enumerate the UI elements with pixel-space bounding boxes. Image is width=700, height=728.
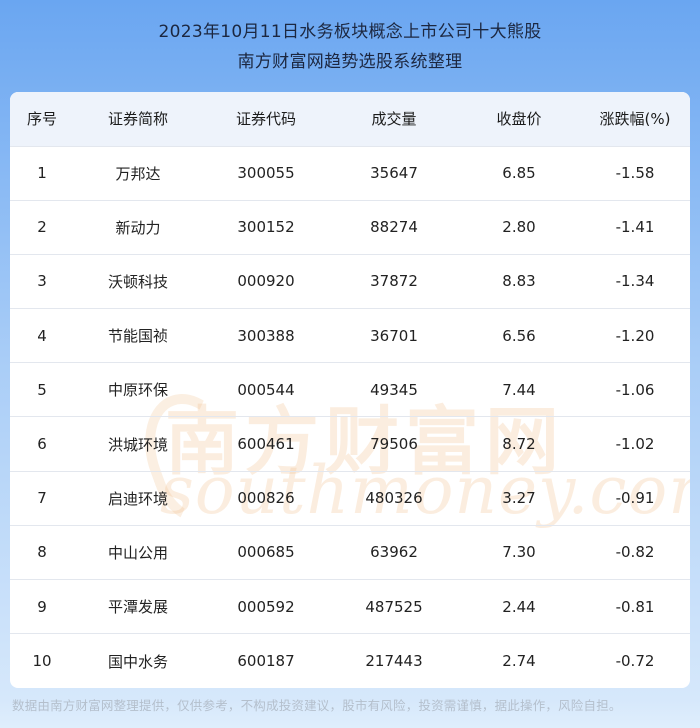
cell-code: 300152 <box>202 199 330 255</box>
table-row: 2 新动力 300152 88274 2.80 -1.41 <box>10 199 690 255</box>
cell-code: 000685 <box>202 524 330 580</box>
cell-index: 5 <box>10 362 74 417</box>
cell-volume: 480326 <box>330 470 458 526</box>
cell-index: 1 <box>10 145 74 201</box>
cell-close: 8.83 <box>458 253 580 309</box>
column-header-change: 涨跌幅(%) <box>599 110 671 129</box>
data-card: 南方财富网 southmoney.com 序号 证券简称 证券代码 成交量 收盘… <box>10 92 690 688</box>
cell-code: 600461 <box>202 416 330 472</box>
cell-change: -1.20 <box>580 308 690 363</box>
cell-volume: 88274 <box>330 199 458 255</box>
cell-close: 7.30 <box>458 524 580 580</box>
cell-close: 8.72 <box>458 416 580 472</box>
cell-code: 000544 <box>202 362 330 417</box>
cell-name: 万邦达 <box>74 145 202 201</box>
cell-name: 启迪环境 <box>74 470 202 526</box>
cell-volume: 79506 <box>330 416 458 472</box>
cell-close: 6.56 <box>458 308 580 363</box>
cell-volume: 35647 <box>330 145 458 201</box>
cell-code: 000592 <box>202 578 330 634</box>
page-subtitle: 南方财富网趋势选股系统整理 <box>237 52 463 72</box>
table-row: 6 洪城环境 600461 79506 8.72 -1.02 <box>10 416 690 472</box>
table-row: 10 国中水务 600187 217443 2.74 -0.72 <box>10 633 690 688</box>
cell-code: 600187 <box>202 633 330 688</box>
cell-change: -1.41 <box>580 199 690 255</box>
cell-change: -0.81 <box>580 578 690 634</box>
cell-change: -0.82 <box>580 524 690 580</box>
cell-change: -1.02 <box>580 416 690 472</box>
table-row: 4 节能国祯 300388 36701 6.56 -1.20 <box>10 308 690 363</box>
cell-close: 3.27 <box>458 470 580 526</box>
cell-name: 平潭发展 <box>74 578 202 634</box>
cell-name: 洪城环境 <box>74 416 202 472</box>
cell-index: 3 <box>10 253 74 309</box>
cell-index: 10 <box>10 633 74 688</box>
table-row: 1 万邦达 300055 35647 6.85 -1.58 <box>10 145 690 201</box>
table-row: 8 中山公用 000685 63962 7.30 -0.82 <box>10 524 690 580</box>
cell-volume: 37872 <box>330 253 458 309</box>
table-row: 3 沃顿科技 000920 37872 8.83 -1.34 <box>10 253 690 309</box>
cell-volume: 36701 <box>330 308 458 363</box>
stock-table: 序号 证券简称 证券代码 成交量 收盘价 涨跌幅(%) 1 万邦达 300055… <box>10 92 690 688</box>
cell-name: 节能国祯 <box>74 308 202 363</box>
cell-index: 4 <box>10 308 74 363</box>
cell-name: 中山公用 <box>74 524 202 580</box>
cell-change: -1.34 <box>580 253 690 309</box>
cell-close: 6.85 <box>458 145 580 201</box>
cell-volume: 217443 <box>330 633 458 688</box>
cell-name: 中原环保 <box>74 362 202 417</box>
cell-change: -0.91 <box>580 470 690 526</box>
cell-change: -1.58 <box>580 145 690 201</box>
cell-name: 新动力 <box>74 199 202 255</box>
cell-change: -1.06 <box>580 362 690 417</box>
cell-name: 国中水务 <box>74 633 202 688</box>
column-header-code: 证券代码 <box>235 110 296 129</box>
cell-code: 000826 <box>202 470 330 526</box>
cell-code: 000920 <box>202 253 330 309</box>
cell-code: 300055 <box>202 145 330 201</box>
cell-close: 7.44 <box>458 362 580 417</box>
page-title: 2023年10月11日水务板块概念上市公司十大熊股 <box>158 22 542 42</box>
table-row: 7 启迪环境 000826 480326 3.27 -0.91 <box>10 470 690 526</box>
cell-volume: 49345 <box>330 362 458 417</box>
column-header-name: 证券简称 <box>107 110 168 129</box>
column-header-volume: 成交量 <box>371 110 417 129</box>
table-row: 9 平潭发展 000592 487525 2.44 -0.81 <box>10 578 690 634</box>
footer-disclaimer: 数据由南方财富网整理提供，仅供参考，不构成投资建议，股市有风险，投资需谨慎，据此… <box>12 698 622 713</box>
cell-code: 300388 <box>202 308 330 363</box>
cell-volume: 487525 <box>330 578 458 634</box>
column-header-index: 序号 <box>26 110 57 129</box>
cell-close: 2.74 <box>458 633 580 688</box>
cell-index: 2 <box>10 199 74 255</box>
cell-change: -0.72 <box>580 633 690 688</box>
cell-index: 8 <box>10 524 74 580</box>
cell-close: 2.44 <box>458 578 580 634</box>
cell-index: 9 <box>10 578 74 634</box>
table-header-row: 序号 证券简称 证券代码 成交量 收盘价 涨跌幅(%) <box>10 92 690 146</box>
cell-name: 沃顿科技 <box>74 253 202 309</box>
table-row: 5 中原环保 000544 49345 7.44 -1.06 <box>10 362 690 417</box>
cell-volume: 63962 <box>330 524 458 580</box>
column-header-close: 收盘价 <box>496 110 542 129</box>
cell-index: 6 <box>10 416 74 472</box>
cell-index: 7 <box>10 470 74 526</box>
cell-close: 2.80 <box>458 199 580 255</box>
